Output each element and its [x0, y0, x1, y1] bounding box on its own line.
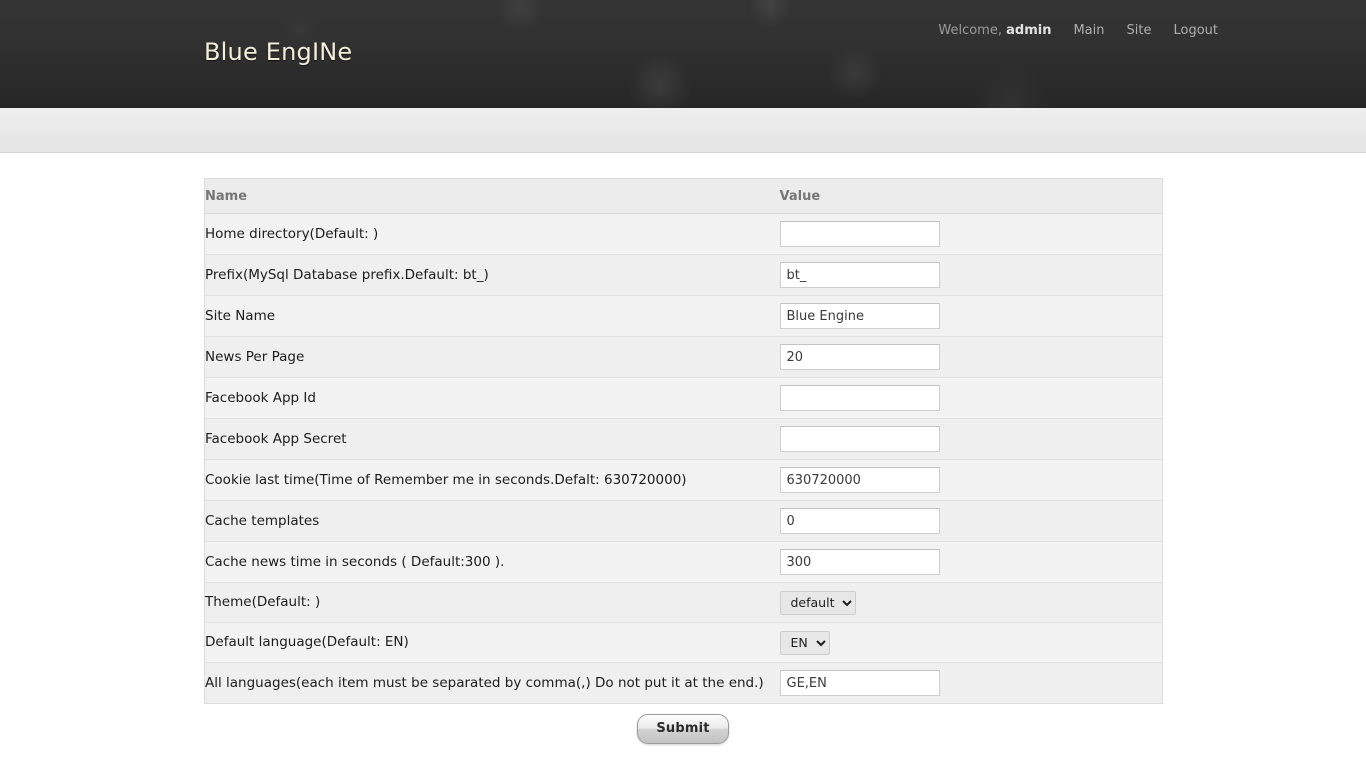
table-row: Facebook App Secret	[204, 418, 1163, 460]
setting-value-cell	[779, 213, 1163, 255]
setting-name-cell: News Per Page	[204, 336, 780, 378]
welcome-prefix: Welcome,	[938, 23, 1002, 38]
column-header-value: Value	[779, 178, 1163, 214]
site-header: Blue EngINe Welcome, admin Main Site Log…	[0, 0, 1366, 108]
setting-name-cell: Cache news time in seconds ( Default:300…	[204, 541, 780, 583]
welcome-message: Welcome, admin	[938, 23, 1051, 38]
setting-label: All languages(each item must be separate…	[205, 674, 764, 691]
table-row: Cache templates	[204, 500, 1163, 542]
setting-name-cell: Home directory(Default: )	[204, 213, 780, 255]
setting-input[interactable]	[779, 262, 940, 288]
nav-link-main[interactable]: Main	[1073, 23, 1104, 38]
table-header-row: Name Value	[204, 178, 1163, 214]
setting-select[interactable]: default	[779, 590, 856, 615]
setting-label: Default language(Default: EN)	[205, 634, 409, 650]
setting-label: Facebook App Secret	[205, 430, 347, 447]
setting-value-wrap	[779, 663, 1163, 703]
setting-name-cell: Cookie last time(Time of Remember me in …	[204, 459, 780, 501]
settings-table-head: Name Value	[204, 178, 1163, 214]
table-row: All languages(each item must be separate…	[204, 662, 1163, 704]
nav-link-logout[interactable]: Logout	[1173, 23, 1218, 38]
setting-value-wrap: EN	[779, 624, 1163, 662]
settings-table: Name Value Home directory(Default: ) Pref…	[204, 178, 1163, 704]
setting-value-wrap	[779, 419, 1163, 459]
setting-value-wrap	[779, 378, 1163, 418]
top-navigation: Welcome, admin Main Site Logout	[938, 23, 1218, 38]
setting-input[interactable]	[779, 670, 940, 696]
page-title: Blue EngINe	[204, 38, 353, 66]
setting-value-cell: default	[779, 582, 1163, 623]
table-row: Home directory(Default: )	[204, 213, 1163, 255]
setting-value-cell	[779, 541, 1163, 583]
setting-label: Facebook App Id	[205, 389, 316, 406]
setting-value-wrap	[779, 255, 1163, 295]
setting-input[interactable]	[779, 221, 940, 247]
setting-label: Theme(Default: )	[205, 594, 321, 610]
setting-name-cell: Theme(Default: )	[204, 582, 780, 623]
setting-select[interactable]: EN	[779, 630, 830, 655]
setting-name-cell: Prefix(MySql Database prefix.Default: bt…	[204, 254, 780, 296]
setting-input[interactable]	[779, 303, 940, 329]
setting-name-cell: Facebook App Secret	[204, 418, 780, 460]
setting-input[interactable]	[779, 549, 940, 575]
table-row: Default language(Default: EN) EN	[204, 622, 1163, 663]
setting-value-cell	[779, 295, 1163, 337]
setting-value-wrap	[779, 460, 1163, 500]
setting-value-cell	[779, 418, 1163, 460]
setting-value-cell	[779, 336, 1163, 378]
secondary-bar	[0, 108, 1366, 153]
table-row: Cache news time in seconds ( Default:300…	[204, 541, 1163, 583]
setting-value-wrap	[779, 542, 1163, 582]
setting-input[interactable]	[779, 467, 940, 493]
setting-name-cell: Default language(Default: EN)	[204, 622, 780, 663]
table-row: Prefix(MySql Database prefix.Default: bt…	[204, 254, 1163, 296]
setting-value-cell	[779, 500, 1163, 542]
setting-name-cell: Site Name	[204, 295, 780, 337]
setting-value-cell: EN	[779, 622, 1163, 663]
setting-label: Cache news time in seconds ( Default:300…	[205, 553, 505, 570]
column-header-name: Name	[204, 178, 780, 214]
setting-name-cell: All languages(each item must be separate…	[204, 662, 780, 704]
setting-value-cell	[779, 254, 1163, 296]
setting-value-wrap	[779, 214, 1163, 254]
setting-label: Home directory(Default: )	[205, 225, 379, 242]
setting-value-cell	[779, 459, 1163, 501]
table-row: News Per Page	[204, 336, 1163, 378]
setting-value-cell	[779, 377, 1163, 419]
setting-label: Site Name	[205, 307, 276, 324]
submit-row: Submit	[204, 714, 1162, 744]
setting-value-wrap: default	[779, 584, 1163, 622]
setting-input[interactable]	[779, 426, 940, 452]
setting-name-cell: Facebook App Id	[204, 377, 780, 419]
settings-table-body: Home directory(Default: ) Prefix(MySql Da…	[204, 213, 1163, 704]
setting-label: News Per Page	[205, 348, 305, 365]
setting-value-wrap	[779, 337, 1163, 377]
nav-link-site[interactable]: Site	[1127, 23, 1152, 38]
current-username: admin	[1006, 23, 1052, 38]
setting-input[interactable]	[779, 385, 940, 411]
setting-label: Cookie last time(Time of Remember me in …	[205, 471, 687, 488]
table-row: Cookie last time(Time of Remember me in …	[204, 459, 1163, 501]
main-content: Name Value Home directory(Default: ) Pref…	[0, 153, 1366, 744]
setting-value-wrap	[779, 296, 1163, 336]
setting-value-cell	[779, 662, 1163, 704]
setting-label: Cache templates	[205, 512, 320, 529]
setting-label: Prefix(MySql Database prefix.Default: bt…	[205, 266, 489, 283]
setting-input[interactable]	[779, 344, 940, 370]
table-row: Theme(Default: ) default	[204, 582, 1163, 623]
setting-name-cell: Cache templates	[204, 500, 780, 542]
setting-value-wrap	[779, 501, 1163, 541]
table-row: Facebook App Id	[204, 377, 1163, 419]
table-row: Site Name	[204, 295, 1163, 337]
submit-button[interactable]: Submit	[637, 714, 729, 744]
setting-input[interactable]	[779, 508, 940, 534]
